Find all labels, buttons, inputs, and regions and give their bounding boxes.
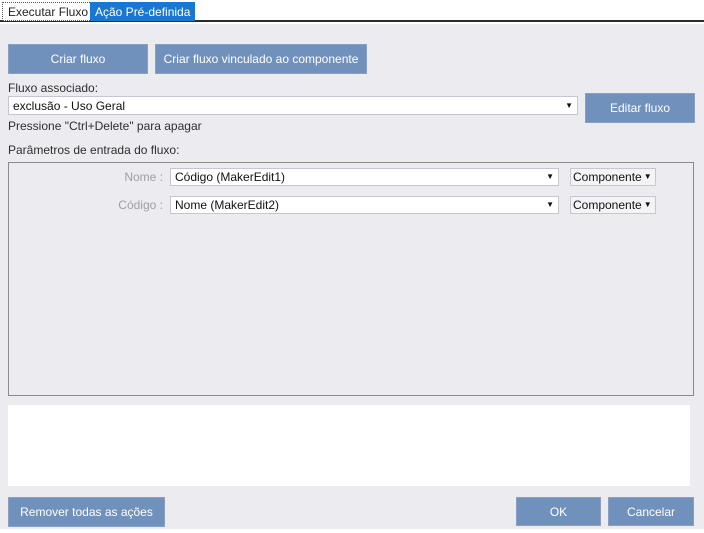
parameters-panel: Nome : Código (MakerEdit1) ▼ Componente … <box>8 162 694 396</box>
actions-list[interactable] <box>8 405 690 486</box>
tab-strip: Executar Fluxo Ação Pré-definida <box>0 0 704 22</box>
ctrl-delete-hint: Pressione "Ctrl+Delete" para apagar <box>8 119 202 133</box>
chevron-down-icon: ▼ <box>546 201 554 209</box>
param-name-selected-value: Código (MakerEdit1) <box>175 170 285 184</box>
ok-button[interactable]: OK <box>516 497 601 526</box>
param-name-value-select[interactable]: Código (MakerEdit1) ▼ <box>170 168 559 186</box>
tab-acao-pre-definida[interactable]: Ação Pré-definida <box>90 2 195 21</box>
create-linked-flow-button[interactable]: Criar fluxo vinculado ao componente <box>155 44 367 74</box>
remove-all-actions-button[interactable]: Remover todas as ações <box>8 497 165 527</box>
associated-flow-select[interactable]: exclusão - Uso Geral ▼ <box>8 96 578 115</box>
param-codigo-value-select[interactable]: Nome (MakerEdit2) ▼ <box>170 196 559 214</box>
chevron-down-icon: ▼ <box>565 102 573 110</box>
associated-flow-label: Fluxo associado: <box>8 81 98 95</box>
create-flow-button[interactable]: Criar fluxo <box>8 44 148 74</box>
param-codigo-source-value: Componente <box>573 198 642 212</box>
dialog-body: Criar fluxo Criar fluxo vinculado ao com… <box>0 24 704 529</box>
param-name-label: Nome : <box>9 170 163 184</box>
edit-flow-button[interactable]: Editar fluxo <box>585 93 695 123</box>
param-name-source-value: Componente <box>573 170 642 184</box>
cancel-button[interactable]: Cancelar <box>608 497 694 526</box>
chevron-down-icon: ▼ <box>644 173 652 181</box>
param-codigo-label: Código : <box>9 198 163 212</box>
chevron-down-icon: ▼ <box>644 201 652 209</box>
chevron-down-icon: ▼ <box>546 173 554 181</box>
tab-executar-fluxo[interactable]: Executar Fluxo <box>2 2 94 21</box>
param-codigo-source-select[interactable]: Componente ▼ <box>570 196 656 214</box>
param-name-source-select[interactable]: Componente ▼ <box>570 168 656 186</box>
param-codigo-selected-value: Nome (MakerEdit2) <box>175 198 279 212</box>
parameters-label: Parâmetros de entrada do fluxo: <box>8 143 179 157</box>
associated-flow-selected-value: exclusão - Uso Geral <box>13 99 125 113</box>
